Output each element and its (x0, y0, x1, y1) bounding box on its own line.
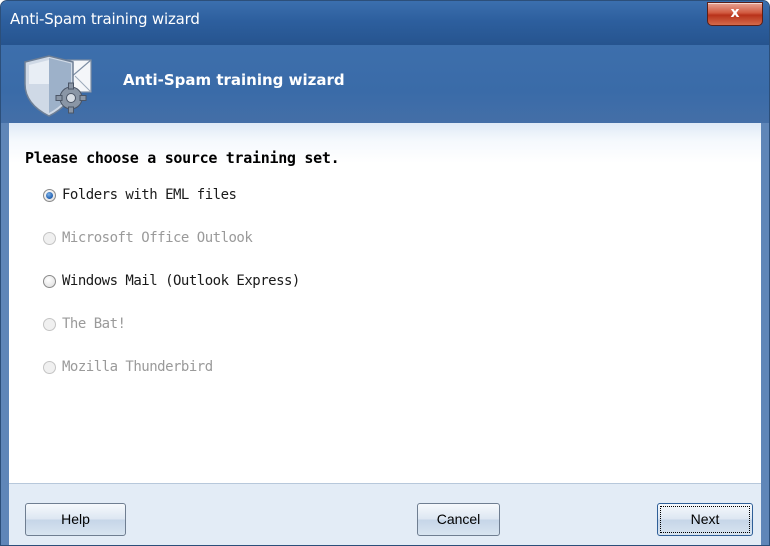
radio-button[interactable] (43, 274, 56, 288)
option-label: Microsoft Office Outlook (62, 230, 253, 246)
next-button-label: Next (690, 511, 720, 527)
option-label: Mozilla Thunderbird (62, 359, 213, 375)
option-the-bat: The Bat! (43, 313, 126, 335)
next-button[interactable]: Next (657, 503, 753, 536)
title-bar[interactable]: Anti-Spam training wizard x (1, 1, 769, 45)
prompt-text: Please choose a source training set. (25, 149, 340, 167)
radio-button-disabled (43, 231, 56, 245)
wizard-footer: Help Cancel Next (9, 483, 761, 545)
wizard-content: Please choose a source training set. Fol… (9, 123, 761, 483)
cancel-button-label: Cancel (436, 511, 481, 527)
option-label: The Bat! (62, 316, 126, 332)
window-title: Anti-Spam training wizard (10, 10, 200, 28)
option-label: Folders with EML files (62, 187, 237, 203)
close-icon: x (730, 5, 740, 21)
shield-envelope-gear-icon (24, 55, 92, 117)
option-ms-outlook: Microsoft Office Outlook (43, 227, 253, 249)
help-button[interactable]: Help (25, 503, 126, 536)
option-folders-eml[interactable]: Folders with EML files (43, 184, 237, 206)
option-windows-mail[interactable]: Windows Mail (Outlook Express) (43, 270, 300, 292)
radio-button-disabled (43, 317, 56, 331)
help-button-label: Help (61, 511, 90, 527)
option-label: Windows Mail (Outlook Express) (62, 273, 300, 289)
radio-button-disabled (43, 360, 56, 374)
radio-button-checked[interactable] (43, 188, 56, 202)
wizard-window: Anti-Spam training wizard x Anti-Spam tr… (0, 0, 770, 546)
cancel-button[interactable]: Cancel (417, 503, 500, 536)
option-thunderbird: Mozilla Thunderbird (43, 356, 213, 378)
wizard-header: Anti-Spam training wizard (1, 45, 769, 123)
header-title: Anti-Spam training wizard (123, 71, 345, 89)
close-button[interactable]: x (707, 2, 763, 26)
